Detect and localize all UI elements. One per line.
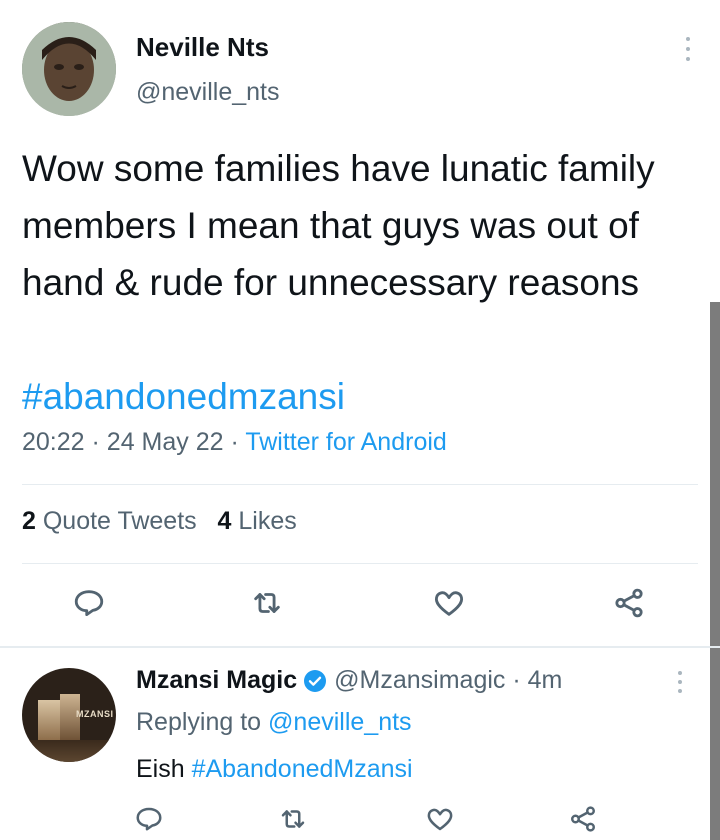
meta-separator: · <box>505 666 527 695</box>
replying-prefix: Replying to <box>136 708 262 736</box>
like-count: 4 <box>217 507 232 535</box>
reply-time: 4m <box>527 666 563 694</box>
crowd-graphic <box>22 740 116 762</box>
tweet-time: 20:22 <box>22 428 85 456</box>
replying-to: Replying to @neville_nts <box>136 708 412 737</box>
logo-shape <box>38 700 60 740</box>
avatar[interactable] <box>22 22 116 116</box>
likes-stat[interactable]: 4 Likes <box>218 507 297 535</box>
reply-icon[interactable] <box>134 804 164 834</box>
retweet-icon[interactable] <box>278 804 308 834</box>
reply-author-name[interactable]: Mzansi Magic <box>136 666 297 695</box>
quote-count: 2 <box>22 507 36 535</box>
meta-separator: · <box>230 428 239 456</box>
more-dot <box>686 57 690 61</box>
reply-icon[interactable] <box>72 586 106 620</box>
verified-icon <box>303 669 327 693</box>
likes-label: Likes <box>238 507 297 535</box>
logo-text: MZANSI <box>76 709 114 719</box>
quote-label: Quote Tweets <box>42 507 197 535</box>
retweet-icon[interactable] <box>250 586 284 620</box>
tweet-source[interactable]: Twitter for Android <box>245 428 446 456</box>
reply-body: Eish <box>136 755 185 783</box>
meta-separator: · <box>91 428 100 456</box>
quote-tweets-stat[interactable]: 2 Quote Tweets <box>22 507 197 535</box>
share-icon[interactable] <box>612 586 646 620</box>
replying-mention[interactable]: @neville_nts <box>268 708 412 736</box>
tweet-stats: 2 Quote Tweets 4 Likes <box>22 507 297 536</box>
tweet-text: Wow some families have lunatic family me… <box>22 148 655 303</box>
author-name[interactable]: Neville Nts <box>136 32 269 63</box>
reply-actions <box>0 804 720 840</box>
more-dot <box>686 47 690 51</box>
more-options-icon[interactable] <box>670 668 690 696</box>
divider <box>22 563 698 564</box>
reply-author-handle[interactable]: @Mzansimagic <box>334 666 505 695</box>
tweet-actions <box>0 586 720 626</box>
more-options-icon[interactable] <box>678 34 698 64</box>
avatar-photo <box>22 22 116 116</box>
more-dot <box>678 680 682 684</box>
separator-dot: · <box>512 666 521 694</box>
like-icon[interactable] <box>432 586 466 620</box>
more-dot <box>686 37 690 41</box>
reply-header: Mzansi Magic @Mzansimagic · 4m <box>136 666 562 695</box>
share-icon[interactable] <box>568 804 598 834</box>
avatar[interactable]: MZANSI <box>22 668 116 762</box>
tweet-date: 24 May 22 <box>106 428 224 456</box>
tweet-hashtag[interactable]: #abandonedmzansi <box>22 368 345 425</box>
divider <box>22 484 698 485</box>
tweet-meta: 20:22 · 24 May 22 · Twitter for Android <box>22 428 447 457</box>
more-dot <box>678 689 682 693</box>
like-icon[interactable] <box>425 804 455 834</box>
author-handle[interactable]: @neville_nts <box>136 78 280 107</box>
reply-hashtag[interactable]: #AbandonedMzansi <box>192 755 413 783</box>
reply-text: Eish #AbandonedMzansi <box>136 755 413 784</box>
more-dot <box>678 671 682 675</box>
reply-tweet[interactable]: MZANSI Mzansi Magic @Mzansimagic · 4m Re… <box>0 648 720 840</box>
